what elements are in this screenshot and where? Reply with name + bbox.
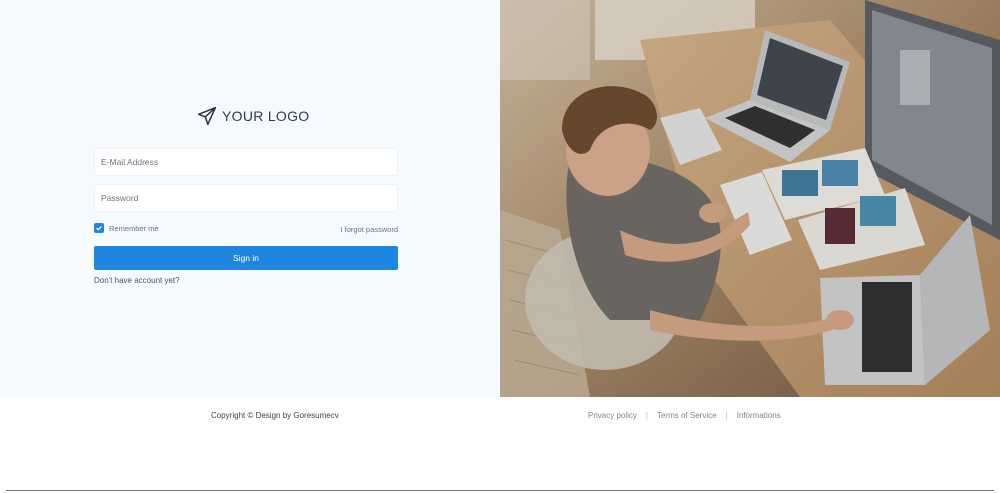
informations-link[interactable]: Informations xyxy=(737,411,781,420)
login-panel: YOUR LOGO Remember me I forgot password … xyxy=(0,0,500,397)
privacy-policy-link[interactable]: Privacy policy xyxy=(588,411,637,420)
password-field[interactable] xyxy=(94,184,398,212)
no-account-link[interactable]: Don't have account yet? xyxy=(94,276,180,285)
workspace-illustration xyxy=(500,0,1000,397)
password-input[interactable] xyxy=(95,185,397,211)
check-icon xyxy=(96,225,102,231)
email-input[interactable] xyxy=(95,149,397,175)
footer-divider: | xyxy=(645,411,648,420)
remember-label: Remember me xyxy=(109,223,159,233)
email-field[interactable] xyxy=(94,148,398,176)
terms-of-service-link[interactable]: Terms of Service xyxy=(657,411,717,420)
hero-photo xyxy=(500,0,1000,397)
footer-links: Privacy policy | Terms of Service | Info… xyxy=(588,411,781,420)
copyright-text: Copyright © Design by Goresumecv xyxy=(211,411,339,420)
login-page: YOUR LOGO Remember me I forgot password … xyxy=(0,0,1000,493)
logo: YOUR LOGO xyxy=(197,105,310,127)
footer-divider: | xyxy=(725,411,728,420)
forgot-password-link[interactable]: I forgot password xyxy=(340,225,398,234)
logo-text: YOUR LOGO xyxy=(222,108,310,124)
remember-checkbox[interactable] xyxy=(94,223,104,233)
sign-in-button[interactable]: Sign in xyxy=(94,246,398,270)
remember-me[interactable]: Remember me xyxy=(94,223,159,233)
bottom-divider xyxy=(6,490,994,491)
paper-plane-icon xyxy=(197,106,217,126)
